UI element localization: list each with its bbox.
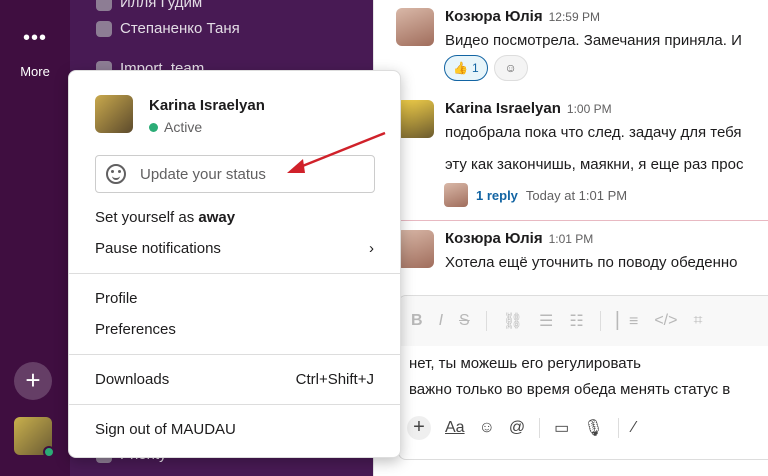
sidebar-item-dm[interactable]: Степаненко Таня: [96, 20, 240, 37]
dm-avatar-icon: [96, 0, 112, 11]
strikethrough-icon[interactable]: S: [459, 312, 470, 330]
toolbar-divider: [617, 418, 619, 438]
message-text: подобрала пока что след. задачу для тебя: [445, 124, 742, 141]
menu-divider: [69, 404, 400, 405]
emoji-icon[interactable]: ☺: [479, 419, 495, 437]
sidebar-item-dm[interactable]: Илля Гудим: [96, 0, 202, 11]
smiley-icon: [106, 164, 126, 184]
sidebar-item-label: Илля Гудим: [120, 0, 203, 11]
code-icon[interactable]: </>: [654, 312, 677, 330]
thread-summary[interactable]: 1 reply Today at 1:01 PM: [444, 183, 627, 207]
presence-label: Active: [164, 119, 203, 135]
emoji-add-icon: ☺: [504, 61, 517, 75]
message-text: эту как закончишь, маякни, я еще раз про…: [445, 156, 744, 173]
workspace-rail: ••• More +: [0, 0, 70, 476]
thumbs-up-icon: 👍: [453, 61, 468, 75]
message-time[interactable]: 1:01 PM: [549, 232, 594, 246]
avatar[interactable]: [396, 100, 434, 138]
menu-divider: [69, 273, 400, 274]
composer-text[interactable]: важно только во время обеда менять стату…: [409, 381, 730, 398]
message-text: Хотела ещё уточнить по поводу обеденно: [445, 254, 738, 271]
composer-actions: + Aa ☺ @ ▭ 🎙 ⁄: [407, 416, 635, 440]
message-author[interactable]: Козюра Юлія: [445, 230, 543, 247]
toolbar-divider: [539, 418, 541, 438]
reply-count-link[interactable]: 1 reply: [476, 188, 518, 203]
active-status-icon: [149, 122, 158, 132]
code-block-icon[interactable]: ⌗: [693, 312, 702, 330]
downloads-item[interactable]: Downloads Ctrl+Shift+J: [95, 371, 374, 388]
bulleted-list-icon[interactable]: ☷: [569, 311, 583, 331]
toolbar-divider: [485, 311, 487, 331]
away-label: away: [198, 209, 236, 226]
sign-out-label: Sign out of MAUDAU: [95, 421, 236, 438]
link-icon[interactable]: ⛓: [503, 311, 523, 331]
set-away-item[interactable]: Set yourself as away: [95, 209, 374, 226]
new-messages-divider: [396, 220, 768, 221]
microphone-icon[interactable]: 🎙: [583, 418, 603, 438]
message-author[interactable]: Karina Israelyan: [445, 100, 561, 117]
ordered-list-icon[interactable]: ☰: [539, 311, 553, 331]
attach-plus-button[interactable]: +: [407, 416, 431, 440]
composer-text[interactable]: нет, ты можешь его регулировать: [409, 355, 641, 372]
status-placeholder: Update your status: [140, 165, 266, 183]
mention-icon[interactable]: @: [509, 419, 525, 437]
blockquote-icon[interactable]: ▏≡: [617, 311, 639, 331]
italic-icon[interactable]: I: [439, 312, 443, 330]
reaction-thumbs-up[interactable]: 👍 1: [444, 55, 488, 81]
avatar[interactable]: [396, 8, 434, 46]
pause-label: Pause notifications: [95, 240, 221, 257]
preferences-item[interactable]: Preferences: [95, 321, 374, 338]
sign-out-item[interactable]: Sign out of MAUDAU: [95, 421, 374, 438]
chevron-right-icon: ›: [369, 240, 374, 257]
more-icon[interactable]: •••: [0, 28, 70, 48]
profile-name: Karina Israelyan: [149, 97, 265, 114]
add-workspace-button[interactable]: +: [14, 362, 52, 400]
avatar: [444, 183, 468, 207]
avatar[interactable]: [396, 230, 434, 268]
text-format-icon[interactable]: Aa: [445, 419, 465, 437]
formatting-toolbar: B I S ⛓ ☰ ☷ ▏≡ </> ⌗: [399, 296, 768, 346]
thread-timestamp: Today at 1:01 PM: [525, 187, 628, 203]
profile-item[interactable]: Profile: [95, 290, 374, 307]
presence-status: Active: [149, 119, 202, 135]
away-prefix: Set yourself as: [95, 209, 199, 226]
bold-icon[interactable]: B: [411, 312, 423, 330]
sidebar-item-label: Степаненко Таня: [120, 20, 240, 37]
message-time[interactable]: 1:00 PM: [567, 102, 612, 116]
message-author[interactable]: Козюра Юлія: [445, 8, 543, 25]
message-text: Видео посмотрела. Замечания приняла. И: [445, 32, 742, 49]
dm-avatar-icon: [96, 20, 112, 37]
preferences-label: Preferences: [95, 321, 176, 338]
keyboard-shortcut: Ctrl+Shift+J: [295, 371, 374, 388]
add-reaction-button[interactable]: ☺: [493, 55, 528, 81]
video-icon[interactable]: ▭: [554, 418, 569, 438]
menu-divider: [69, 354, 400, 355]
toolbar-divider: [599, 311, 601, 331]
red-arrow-annotation: [287, 131, 386, 173]
user-avatar-button[interactable]: [14, 417, 55, 458]
message-composer[interactable]: B I S ⛓ ☰ ☷ ▏≡ </> ⌗ нет, ты можешь его …: [398, 295, 768, 460]
slash-command-icon[interactable]: ⁄: [633, 419, 636, 437]
reactions-bar: 👍 1 ☺: [444, 55, 528, 81]
avatar: [95, 95, 133, 133]
profile-label: Profile: [95, 290, 138, 307]
pause-notifications-item[interactable]: Pause notifications ›: [95, 240, 374, 257]
reaction-count: 1: [471, 61, 479, 75]
message-time[interactable]: 12:59 PM: [549, 10, 600, 24]
more-label[interactable]: More: [0, 64, 70, 79]
profile-menu: Karina Israelyan Active Update your stat…: [68, 70, 401, 458]
online-status-icon: [43, 446, 55, 458]
downloads-label: Downloads: [95, 371, 170, 388]
